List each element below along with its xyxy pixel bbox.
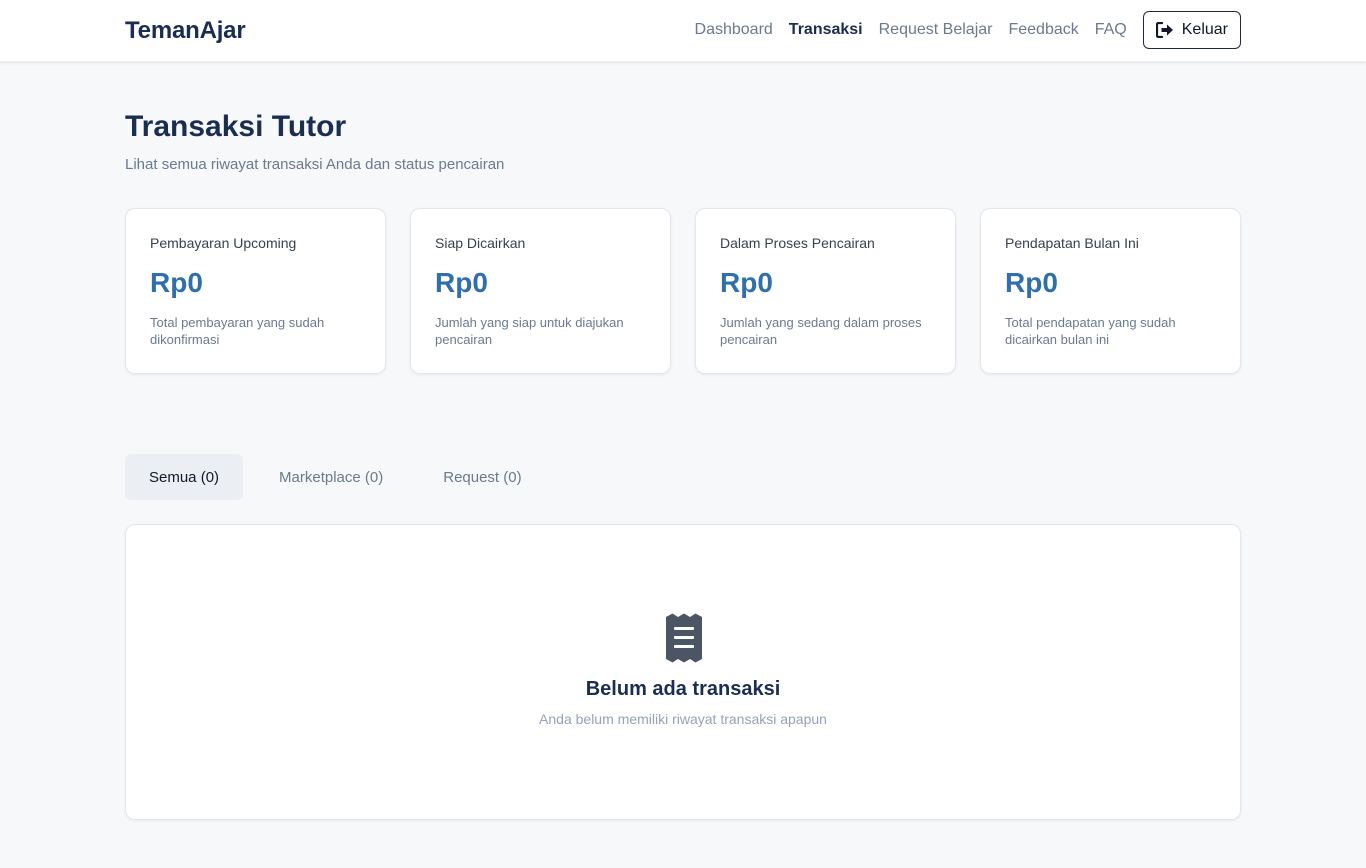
card-title: Pendapatan Bulan Ini <box>1005 235 1139 251</box>
nav-link-transaksi[interactable]: Transaksi <box>789 21 863 39</box>
tab-request[interactable]: Request (0) <box>419 454 545 500</box>
nav-links: Dashboard Transaksi Request Belajar Feed… <box>679 11 1241 49</box>
page-subtitle: Lihat semua riwayat transaksi Anda dan s… <box>125 156 505 173</box>
nav-link-dashboard[interactable]: Dashboard <box>695 21 773 39</box>
transaction-list-panel: Belum ada transaksi Anda belum memiliki … <box>125 524 1241 820</box>
summary-card-pendapatan-bulan-ini: Pendapatan Bulan Ini Rp0 Total pendapata… <box>980 208 1241 374</box>
logout-button[interactable]: Keluar <box>1142 11 1241 49</box>
navbar: TemanAjar Dashboard Transaksi Request Be… <box>0 0 1366 62</box>
card-value: Rp0 <box>720 267 773 298</box>
nav-link-feedback[interactable]: Feedback <box>1008 21 1078 39</box>
summary-card-proses-pencairan: Dalam Proses Pencairan Rp0 Jumlah yang s… <box>695 208 956 374</box>
tab-marketplace[interactable]: Marketplace (0) <box>255 454 407 500</box>
nav-link-faq[interactable]: FAQ <box>1095 21 1127 39</box>
summary-card-upcoming: Pembayaran Upcoming Rp0 Total pembayaran… <box>125 208 386 374</box>
summary-card-siap-dicairkan: Siap Dicairkan Rp0 Jumlah yang siap untu… <box>410 208 671 374</box>
card-description: Total pendapatan yang sudah dicairkan bu… <box>1005 315 1176 347</box>
card-value: Rp0 <box>435 267 488 298</box>
receipt-icon <box>666 613 702 663</box>
empty-state-title: Belum ada transaksi <box>585 678 781 700</box>
transaction-tabs: Semua (0) Marketplace (0) Request (0) <box>125 454 546 500</box>
card-description: Total pembayaran yang sudah dikonfirmasi <box>150 315 325 347</box>
card-value: Rp0 <box>150 267 203 298</box>
empty-state-description: Anda belum memiliki riwayat transaksi ap… <box>539 711 827 727</box>
page-title: Transaksi Tutor <box>125 110 347 143</box>
card-value: Rp0 <box>1005 267 1058 298</box>
card-title: Dalam Proses Pencairan <box>720 235 875 251</box>
card-title: Siap Dicairkan <box>435 235 526 251</box>
logout-icon <box>1155 22 1173 38</box>
logout-label: Keluar <box>1181 21 1228 38</box>
brand-logo[interactable]: TemanAjar <box>125 17 246 45</box>
summary-cards: Pembayaran Upcoming Rp0 Total pembayaran… <box>125 208 1241 374</box>
card-description: Jumlah yang sedang dalam proses pencaira… <box>720 315 922 347</box>
card-title: Pembayaran Upcoming <box>150 235 297 251</box>
tab-semua[interactable]: Semua (0) <box>125 454 244 500</box>
card-description: Jumlah yang siap untuk diajukan pencaira… <box>435 315 624 347</box>
nav-link-request-belajar[interactable]: Request Belajar <box>879 21 993 39</box>
